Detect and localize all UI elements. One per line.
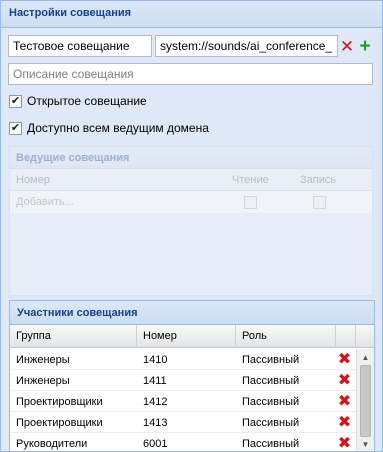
red-x-icon: ✖ bbox=[337, 392, 352, 410]
description-input[interactable]: Описание совещания bbox=[8, 63, 373, 85]
cell-group: Руководители bbox=[16, 438, 88, 450]
cell-number: 1413 bbox=[143, 417, 168, 429]
cell-number: 6001 bbox=[143, 438, 168, 450]
participants-header: Группа Номер Роль bbox=[10, 325, 374, 348]
participants-grid: Участники совещания Группа Номер Роль Ин… bbox=[9, 300, 375, 452]
checkmark-icon: ✔ bbox=[10, 94, 21, 107]
cell-role: Пассивный bbox=[242, 438, 300, 450]
cell-number: 1411 bbox=[143, 375, 167, 387]
table-row[interactable]: Инженеры 1410 Пассивный ✖ bbox=[10, 349, 374, 370]
scroll-thumb[interactable] bbox=[360, 365, 371, 437]
participants-title: Участники совещания bbox=[10, 301, 374, 325]
cell-role: Пассивный bbox=[242, 375, 300, 387]
green-plus-icon: + bbox=[359, 35, 371, 57]
leading-add-row: Добавить... bbox=[10, 191, 372, 213]
scroll-up-icon[interactable]: ▲ bbox=[357, 350, 374, 364]
col-role[interactable]: Роль bbox=[236, 325, 336, 348]
open-conference-checkbox[interactable]: ✔ bbox=[9, 94, 22, 108]
panel-title: Настройки совещания bbox=[1, 1, 382, 28]
delete-row-button[interactable]: ✖ bbox=[336, 351, 353, 368]
cell-role: Пассивный bbox=[242, 417, 300, 429]
domain-access-checkbox-row[interactable]: ✔ Доступно всем ведущим домена bbox=[9, 120, 209, 136]
grid-scrollbar[interactable]: ▲ ▼ bbox=[356, 349, 374, 451]
domain-access-label: Доступно всем ведущим домена bbox=[27, 121, 209, 135]
leading-columns-header: Номер Чтение Запись bbox=[10, 169, 372, 191]
conference-settings-panel: Настройки совещания Тестовое совещание s… bbox=[0, 0, 383, 452]
table-row[interactable]: Руководители 6001 Пассивный ✖ bbox=[10, 433, 374, 451]
cell-role: Пассивный bbox=[242, 396, 300, 408]
cell-group: Инженеры bbox=[16, 354, 70, 366]
cell-role: Пассивный bbox=[242, 354, 300, 366]
domain-access-checkbox[interactable]: ✔ bbox=[9, 121, 22, 135]
col-number[interactable]: Номер bbox=[137, 325, 236, 348]
clear-sound-button[interactable]: ✕ bbox=[338, 37, 356, 55]
red-x-icon: ✖ bbox=[337, 434, 352, 451]
col-group[interactable]: Группа bbox=[10, 325, 137, 348]
delete-row-button[interactable]: ✖ bbox=[336, 393, 353, 410]
red-x-icon: ✖ bbox=[337, 413, 352, 431]
table-row[interactable]: Инженеры 1411 Пассивный ✖ bbox=[10, 370, 374, 391]
leading-col-write: Запись bbox=[300, 174, 337, 186]
leading-conferences-title: Ведущие совещания bbox=[10, 147, 372, 169]
cell-group: Проектировщики bbox=[16, 396, 103, 408]
participants-body: Инженеры 1410 Пассивный ✖ Инженеры 1411 … bbox=[10, 349, 374, 451]
red-x-icon: ✕ bbox=[339, 36, 355, 56]
table-row[interactable]: Проектировщики 1413 Пассивный ✖ bbox=[10, 412, 374, 433]
scroll-down-icon[interactable]: ▼ bbox=[357, 437, 374, 451]
cell-group: Проектировщики bbox=[16, 417, 103, 429]
leading-add-label: Добавить... bbox=[16, 196, 74, 208]
red-x-icon: ✖ bbox=[337, 350, 352, 368]
open-conference-checkbox-row[interactable]: ✔ Открытое совещание bbox=[9, 93, 147, 109]
conference-name-input[interactable]: Тестовое совещание bbox=[8, 35, 152, 57]
open-conference-label: Открытое совещание bbox=[27, 94, 147, 108]
leading-col-number: Номер bbox=[16, 174, 50, 186]
col-actions bbox=[336, 325, 356, 348]
delete-row-button[interactable]: ✖ bbox=[336, 435, 353, 451]
table-row[interactable]: Проектировщики 1412 Пассивный ✖ bbox=[10, 391, 374, 412]
leading-col-read: Чтение bbox=[232, 174, 269, 186]
delete-row-button[interactable]: ✖ bbox=[336, 372, 353, 389]
leading-read-checkbox bbox=[244, 196, 257, 209]
leading-conferences-section: Ведущие совещания Номер Чтение Запись До… bbox=[9, 146, 373, 296]
leading-write-checkbox bbox=[313, 196, 326, 209]
checkmark-icon: ✔ bbox=[10, 121, 21, 134]
add-sound-button[interactable]: + bbox=[356, 35, 374, 57]
delete-row-button[interactable]: ✖ bbox=[336, 414, 353, 431]
cell-number: 1410 bbox=[143, 354, 168, 366]
red-x-icon: ✖ bbox=[337, 371, 352, 389]
cell-number: 1412 bbox=[143, 396, 168, 408]
conference-sound-input[interactable]: system://sounds/ai_conference_ bbox=[155, 35, 338, 57]
cell-group: Инженеры bbox=[16, 375, 70, 387]
